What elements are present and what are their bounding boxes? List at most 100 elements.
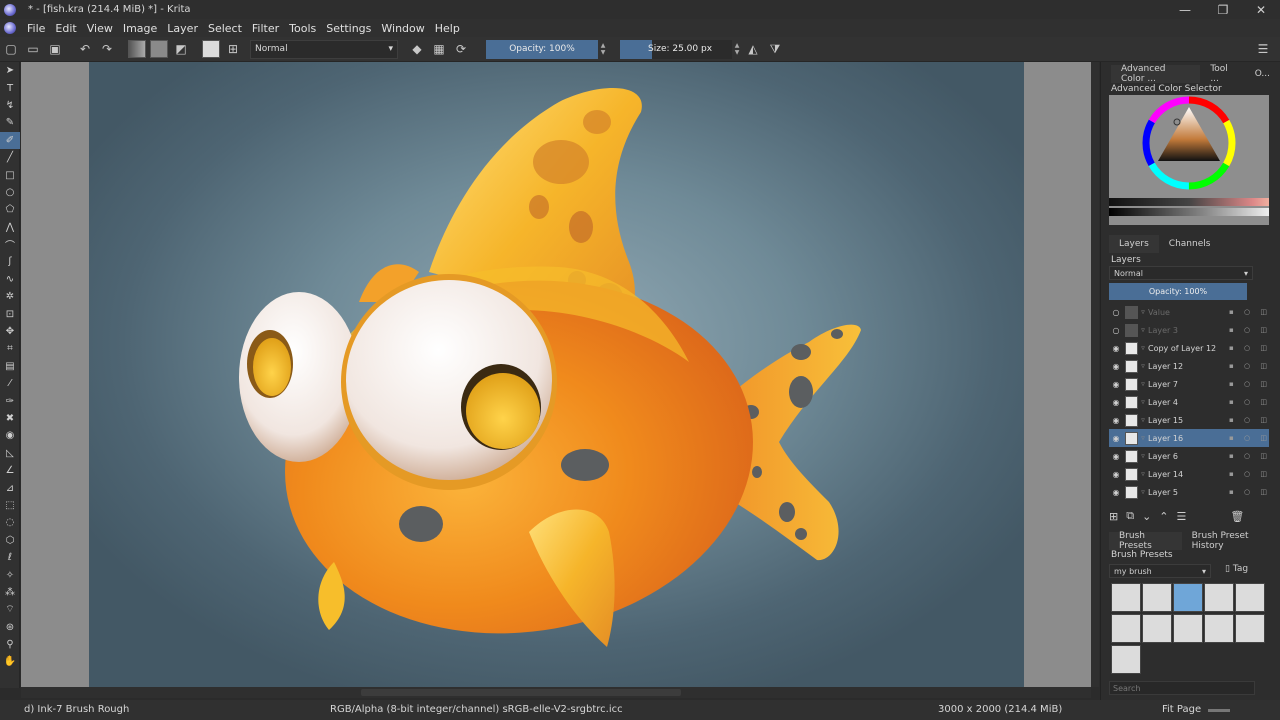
blend-mode-select[interactable]: Normal ▾ (250, 39, 398, 59)
bezier-selection-tool-icon[interactable]: ⌔ (0, 601, 20, 618)
menu-filter[interactable]: Filter (252, 22, 279, 35)
tab-brush-presets[interactable]: Brush Presets (1109, 531, 1182, 551)
inherit-alpha-icon[interactable]: ◫ (1260, 380, 1267, 388)
alpha-lock-icon[interactable]: ○ (1244, 380, 1250, 388)
menu-file[interactable]: File (27, 22, 45, 35)
lock-icon[interactable]: ▪ (1229, 452, 1234, 460)
multibrush-tool-icon[interactable]: ✲ (0, 288, 20, 305)
line-tool-icon[interactable]: ╱ (0, 149, 20, 166)
lock-icon[interactable]: ▪ (1229, 434, 1234, 442)
alpha-lock-icon[interactable]: ○ (1244, 452, 1250, 460)
pattern-swatch[interactable] (148, 38, 170, 60)
eye-icon[interactable]: ◉ (1109, 452, 1123, 461)
measure-tool-icon[interactable]: ∠ (0, 462, 20, 479)
tab-brush-preset-history[interactable]: Brush Preset History (1182, 531, 1280, 551)
layer-options-icon[interactable]: ▿ (1138, 326, 1148, 334)
colorize-mask-tool-icon[interactable]: ✑ (0, 392, 20, 409)
layer-options-icon[interactable]: ▿ (1138, 380, 1148, 388)
rectangle-tool-icon[interactable]: □ (0, 166, 20, 183)
brush-preset[interactable] (1142, 583, 1172, 612)
fg-bg-color-icon[interactable]: ◩ (170, 38, 192, 60)
brush-preset[interactable] (1235, 614, 1265, 643)
layer-row[interactable]: ○ ▿ Layer 3 ▪ ○ ◫ (1109, 321, 1269, 339)
open-document-icon[interactable]: ▭ (22, 38, 44, 60)
delete-layer-icon[interactable]: 🗑 (1230, 510, 1244, 523)
elliptical-selection-tool-icon[interactable]: ◌ (0, 514, 20, 531)
menu-window[interactable]: Window (381, 22, 424, 35)
eye-icon[interactable]: ◉ (1109, 470, 1123, 479)
menu-layer[interactable]: Layer (167, 22, 198, 35)
alpha-lock-icon[interactable]: ○ (1244, 308, 1250, 316)
similar-color-selection-tool-icon[interactable]: ⁂ (0, 584, 20, 601)
save-document-icon[interactable]: ▣ (44, 38, 66, 60)
add-layer-icon[interactable]: ⊞ (1109, 510, 1118, 523)
rectangular-selection-tool-icon[interactable]: ⬚ (0, 497, 20, 514)
gradient-swatch[interactable] (126, 38, 148, 60)
tag-button[interactable]: ▯ Tag (1225, 564, 1248, 574)
assistant-tool-icon[interactable]: ◺ (0, 445, 20, 462)
vertical-scrollbar[interactable] (1091, 62, 1099, 687)
polygon-tool-icon[interactable]: ⬠ (0, 201, 20, 218)
text-tool-icon[interactable]: T (0, 79, 20, 96)
eye-icon[interactable]: ◉ (1109, 398, 1123, 407)
hue-wheel[interactable] (1109, 95, 1269, 195)
select-shapes-tool-icon[interactable]: ➤ (0, 62, 20, 79)
layer-row[interactable]: ○ ▿ Value ▪ ○ ◫ (1109, 303, 1269, 321)
pan-tool-icon[interactable]: ✋ (0, 653, 20, 670)
layer-options-icon[interactable]: ▿ (1138, 452, 1148, 460)
brush-preset-icon[interactable] (200, 38, 222, 60)
menu-view[interactable]: View (87, 22, 113, 35)
tab-overview[interactable]: O... (1245, 65, 1280, 83)
inherit-alpha-icon[interactable]: ◫ (1260, 308, 1267, 316)
layer-options-icon[interactable]: ▿ (1138, 470, 1148, 478)
brush-preset[interactable] (1111, 645, 1141, 674)
transform-tool-icon[interactable]: ⊡ (0, 305, 20, 322)
alpha-lock-icon[interactable]: ○ (1244, 434, 1250, 442)
eye-icon[interactable]: ◉ (1109, 380, 1123, 389)
mirror-vertical-icon[interactable]: ⧩ (764, 38, 786, 60)
brush-preset[interactable] (1142, 614, 1172, 643)
lock-icon[interactable]: ▪ (1229, 344, 1234, 352)
redo-icon[interactable]: ↷ (96, 38, 118, 60)
tab-advanced-color[interactable]: Advanced Color ... (1111, 64, 1201, 84)
inherit-alpha-icon[interactable]: ◫ (1260, 398, 1267, 406)
lock-icon[interactable]: ▪ (1229, 488, 1234, 496)
polygonal-selection-tool-icon[interactable]: ⬡ (0, 532, 20, 549)
inherit-alpha-icon[interactable]: ◫ (1260, 452, 1267, 460)
zoom-slider[interactable] (1208, 709, 1230, 712)
gradient-tool-icon[interactable]: ▤ (0, 358, 20, 375)
contiguous-selection-tool-icon[interactable]: ✧ (0, 566, 20, 583)
alpha-lock-icon[interactable]: ○ (1244, 398, 1250, 406)
close-button[interactable]: ✕ (1242, 0, 1280, 19)
docker-menu-icon[interactable]: ☰ (1252, 38, 1274, 60)
eye-icon[interactable]: ◉ (1109, 416, 1123, 425)
new-document-icon[interactable]: ▢ (0, 38, 22, 60)
eye-icon[interactable]: ◉ (1109, 488, 1123, 497)
layer-row[interactable]: ◉ ▿ Layer 14 ▪ ○ ◫ (1109, 465, 1269, 483)
duplicate-layer-icon[interactable]: ⧉ (1126, 509, 1134, 523)
layer-options-icon[interactable]: ▿ (1138, 308, 1148, 316)
opacity-slider[interactable]: Opacity: 100% (486, 39, 598, 59)
brush-search-input[interactable]: Search (1109, 681, 1255, 695)
canvas[interactable] (89, 62, 1024, 687)
inherit-alpha-icon[interactable]: ◫ (1260, 470, 1267, 478)
status-zoom[interactable]: Fit Page (1162, 704, 1201, 715)
freehand-selection-tool-icon[interactable]: ℓ (0, 549, 20, 566)
inherit-alpha-icon[interactable]: ◫ (1260, 416, 1267, 424)
alpha-lock-icon[interactable]: ○ (1244, 416, 1250, 424)
brush-preset[interactable] (1173, 614, 1203, 643)
eye-icon[interactable]: ◉ (1109, 434, 1123, 443)
layer-options-icon[interactable]: ▿ (1138, 362, 1148, 370)
fill-tool-icon[interactable]: ◉ (0, 427, 20, 444)
eye-hidden-icon[interactable]: ○ (1109, 308, 1123, 317)
move-layer-up-icon[interactable]: ⌃ (1159, 510, 1168, 523)
reload-preset-icon[interactable]: ⟳ (450, 38, 472, 60)
menu-edit[interactable]: Edit (55, 22, 76, 35)
crop-tool-icon[interactable]: ⌗ (0, 340, 20, 357)
magnetic-selection-tool-icon[interactable]: ⊛ (0, 619, 20, 636)
krita-menu-icon[interactable] (4, 22, 16, 34)
inherit-alpha-icon[interactable]: ◫ (1260, 362, 1267, 370)
menu-select[interactable]: Select (208, 22, 242, 35)
smart-patch-tool-icon[interactable]: ✖ (0, 410, 20, 427)
menu-help[interactable]: Help (435, 22, 460, 35)
